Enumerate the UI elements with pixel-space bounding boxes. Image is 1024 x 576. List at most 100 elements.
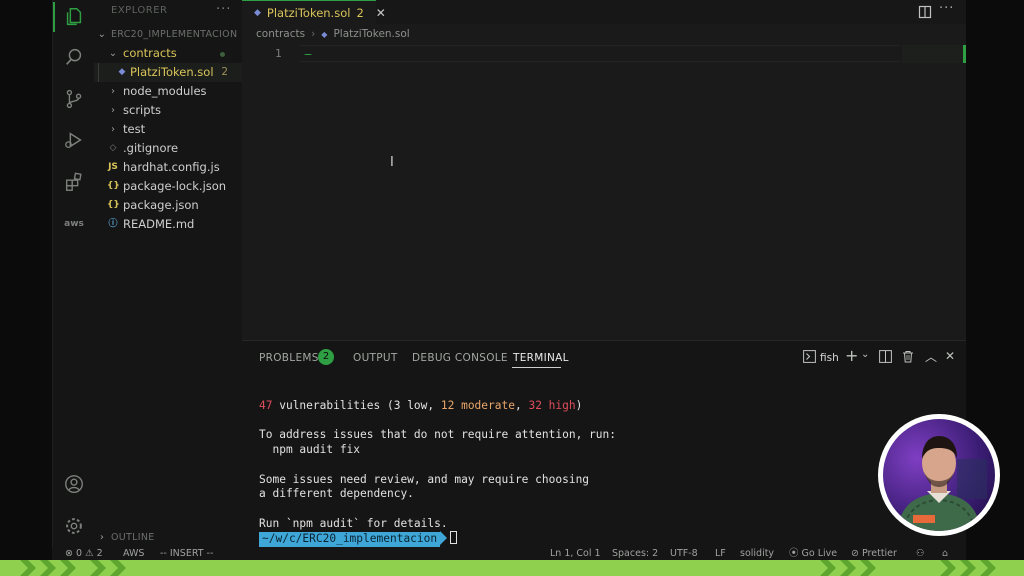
tree-item-scripts[interactable]: › scripts xyxy=(94,101,242,120)
source-control-icon[interactable] xyxy=(62,87,86,111)
tree-item-label: package-lock.json xyxy=(123,179,227,193)
close-icon[interactable]: ✕ xyxy=(376,6,386,20)
presenter-avatar xyxy=(883,419,995,531)
chevron-right-icon: › xyxy=(111,105,115,116)
search-icon[interactable] xyxy=(62,45,86,69)
mouse-text-cursor-icon: I xyxy=(390,155,394,170)
aws-icon[interactable]: aws xyxy=(62,212,86,236)
webcam-overlay xyxy=(878,414,1000,536)
cursor-indicator xyxy=(304,53,312,55)
terminal-line: a different dependency. xyxy=(259,487,414,501)
solidity-file-icon: ◆ xyxy=(321,29,328,39)
feedback-icon[interactable]: ⚇ xyxy=(916,548,925,560)
info-icon: ⓘ xyxy=(108,219,118,229)
eol-status[interactable]: LF xyxy=(715,548,726,560)
tab-problems[interactable]: PROBLEMS xyxy=(259,352,319,364)
prettier-status[interactable]: ⊘ Prettier xyxy=(851,548,897,560)
tree-item-package-json[interactable]: {} package.json xyxy=(94,196,242,215)
problems-count-badge: 2 xyxy=(318,349,334,365)
tab-problem-count: 2 xyxy=(356,5,364,20)
git-file-icon: ◇ xyxy=(109,143,117,153)
terminal-shell-name[interactable]: fish xyxy=(820,352,839,364)
broadcast-icon: ⦿ xyxy=(789,548,802,559)
aws-status[interactable]: AWS xyxy=(123,548,144,560)
extensions-icon[interactable] xyxy=(62,170,86,194)
chevron-right-icon: › xyxy=(111,124,115,135)
tree-item-label: test xyxy=(123,122,146,136)
files-icon[interactable] xyxy=(62,5,86,29)
terminal-moderate: 12 moderate xyxy=(440,399,515,412)
tree-item-label: PlatziToken.sol xyxy=(130,65,214,79)
split-terminal-icon[interactable] xyxy=(879,350,892,366)
bottom-panel: PROBLEMS 2 OUTPUT DEBUG CONSOLE TERMINAL… xyxy=(242,340,966,548)
problems-status[interactable]: ⊗ 0 ⚠ 2 xyxy=(65,548,103,560)
tree-item-test[interactable]: › test xyxy=(94,120,242,139)
tree-item-hardhat-config[interactable]: JS hardhat.config.js xyxy=(94,158,242,177)
tree-item-label: README.md xyxy=(123,217,195,231)
tree-item-readme[interactable]: ⓘ README.md xyxy=(94,215,242,234)
tree-item-gitignore[interactable]: ◇ .gitignore xyxy=(94,139,242,158)
outline-section[interactable]: › OUTLINE xyxy=(94,528,242,547)
breadcrumb-item[interactable]: contracts xyxy=(256,28,305,40)
js-file-icon: JS xyxy=(108,162,118,172)
tab-debug-console[interactable]: DEBUG CONSOLE xyxy=(412,352,508,364)
settings-gear-icon[interactable] xyxy=(62,514,86,538)
terminal-prompt-path: ~/w/c/ERC20_implementacion xyxy=(259,532,441,548)
terminal-shell-icon[interactable] xyxy=(803,350,816,366)
new-terminal-icon[interactable]: + xyxy=(845,346,858,365)
double-check-icon: ⊘ xyxy=(851,548,862,559)
terminal-line: Some issues need review, and may require… xyxy=(259,472,590,486)
sidebar-more-button[interactable]: ··· xyxy=(216,2,231,17)
cursor-position-status[interactable]: Ln 1, Col 1 xyxy=(550,548,601,560)
video-frame-left xyxy=(0,0,52,560)
tree-item-package-lock[interactable]: {} package-lock.json xyxy=(94,177,242,196)
close-panel-icon[interactable]: ✕ xyxy=(945,349,955,363)
prompt-arrow-icon xyxy=(440,531,448,546)
editor-tab-platzitoken[interactable]: ◆ PlatziToken.sol 2 ✕ xyxy=(242,0,386,24)
tree-item-contracts[interactable]: ⌄ contracts xyxy=(94,44,242,63)
tab-output[interactable]: OUTPUT xyxy=(353,352,398,364)
sidebar-title: EXPLORER xyxy=(111,5,168,16)
maximize-panel-icon[interactable]: ︿ xyxy=(925,348,937,365)
breadcrumb-item[interactable]: PlatziToken.sol xyxy=(333,28,409,40)
project-name: ERC20_IMPLEMENTACION xyxy=(111,29,238,40)
chevron-right-icon: › xyxy=(311,28,316,40)
indentation-status[interactable]: Spaces: 2 xyxy=(612,548,658,560)
current-line-highlight xyxy=(300,45,900,62)
terminal-line: npm audit fix xyxy=(259,443,361,457)
prettier-label: Prettier xyxy=(861,548,897,559)
problem-count-badge: 2 xyxy=(221,66,228,78)
tree-item-node-modules[interactable]: › node_modules xyxy=(94,82,242,101)
terminal-text: , xyxy=(514,399,529,412)
language-status[interactable]: solidity xyxy=(740,548,774,560)
tree-item-platzitoken[interactable]: ◆ PlatziToken.sol 2 xyxy=(94,63,242,82)
golive-label: Go Live xyxy=(801,548,838,559)
editor-area[interactable]: ◆ PlatziToken.sol 2 ✕ ··· contracts › ◆ … xyxy=(242,0,966,340)
vim-mode-status: -- INSERT -- xyxy=(160,548,214,559)
trash-icon[interactable] xyxy=(902,350,914,366)
chevron-down-icon[interactable]: ⌄ xyxy=(861,349,869,360)
outline-title: OUTLINE xyxy=(111,532,155,543)
chevron-pattern-icon xyxy=(20,560,996,576)
terminal-text: vulnerabilities (3 low, xyxy=(272,399,441,412)
tree-item-label: node_modules xyxy=(123,84,207,98)
tree-item-label: package.json xyxy=(123,198,199,212)
project-root[interactable]: ⌄ ERC20_IMPLEMENTACION xyxy=(94,25,242,44)
chevron-right-icon: › xyxy=(111,86,115,97)
chevron-down-icon: ⌄ xyxy=(108,48,118,59)
modified-dot-icon xyxy=(220,52,225,57)
tab-terminal[interactable]: TERMINAL xyxy=(513,352,569,364)
golive-status[interactable]: ⦿ Go Live xyxy=(789,548,837,560)
split-editor-icon[interactable] xyxy=(918,4,932,23)
editor-more-button[interactable]: ··· xyxy=(939,1,954,16)
json-file-icon: {} xyxy=(107,200,120,210)
line-number: 1 xyxy=(275,47,282,60)
terminal-high: 32 high xyxy=(528,399,576,412)
terminal-output[interactable]: 47 vulnerabilities (3 low, 12 moderate, … xyxy=(259,399,616,548)
encoding-status[interactable]: UTF-8 xyxy=(670,548,698,560)
minimap[interactable] xyxy=(902,45,964,63)
run-debug-icon[interactable] xyxy=(62,128,86,152)
notifications-icon[interactable]: ⌂ xyxy=(942,548,948,560)
tree-item-label: .gitignore xyxy=(123,141,179,155)
account-icon[interactable] xyxy=(62,472,86,496)
